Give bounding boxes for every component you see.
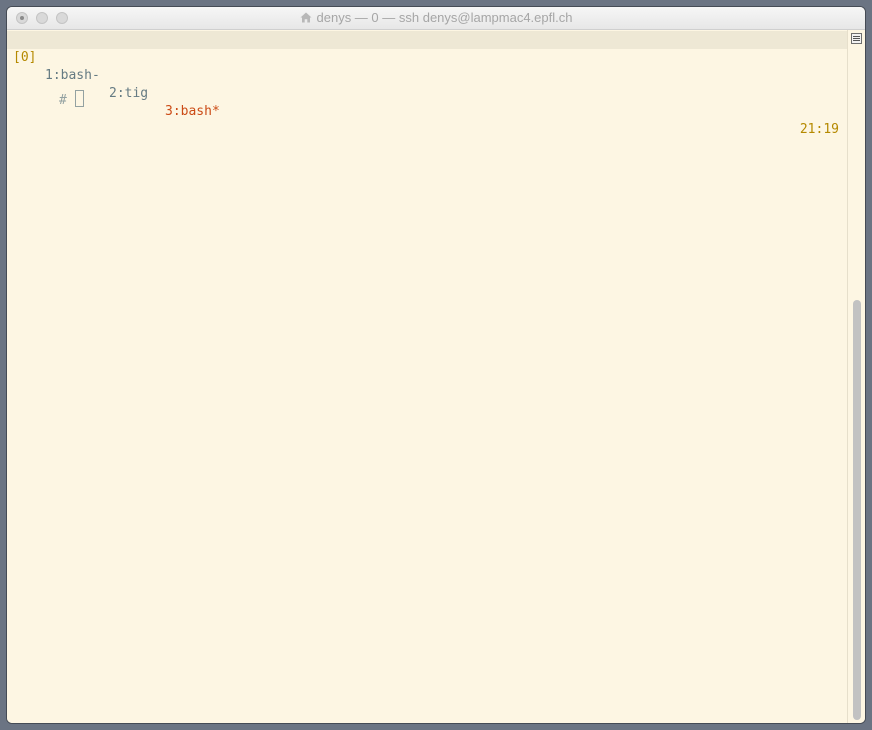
title-bar[interactable]: denys — 0 — ssh denys@lampmac4.epfl.ch: [7, 7, 865, 30]
scrollbar-thumb[interactable]: [853, 300, 861, 720]
text-cursor: [74, 90, 84, 107]
window-title: denys — 0 — ssh denys@lampmac4.epfl.ch: [7, 7, 865, 29]
tmux-session-name: [0]: [13, 50, 37, 65]
tmux-window-2[interactable]: 2:tig: [109, 85, 148, 103]
split-view-menu-icon[interactable]: [851, 33, 862, 44]
terminal-content[interactable]: [0] 1:bash- 2:tig 3:bash* 21:19 #: [7, 30, 847, 723]
home-icon: [300, 12, 312, 23]
prompt-symbol: #: [58, 93, 67, 108]
tmux-window-3-active[interactable]: 3:bash*: [165, 103, 220, 121]
tmux-status-bar: [0] 1:bash- 2:tig 3:bash* 21:19: [7, 31, 847, 137]
shell-prompt-line[interactable]: #: [12, 72, 84, 108]
tmux-clock: 21:19: [799, 122, 839, 137]
scrollbar[interactable]: [847, 30, 865, 723]
window-title-text: denys — 0 — ssh denys@lampmac4.epfl.ch: [316, 10, 573, 25]
terminal-window: denys — 0 — ssh denys@lampmac4.epfl.ch […: [7, 7, 865, 723]
